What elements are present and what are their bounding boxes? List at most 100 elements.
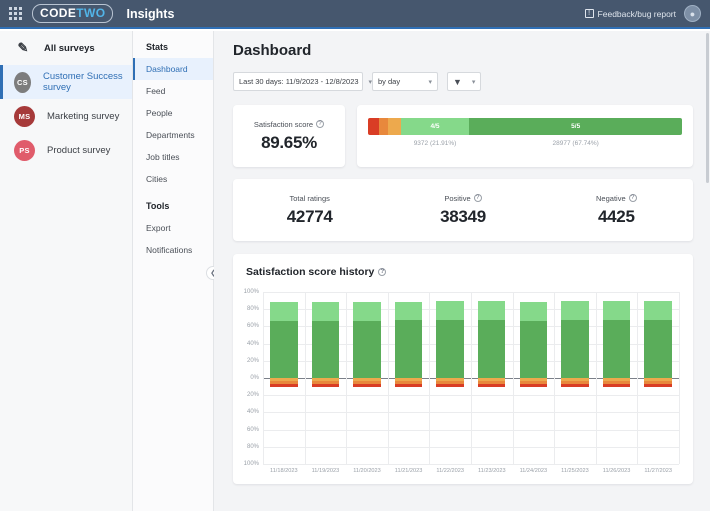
x-tick-label: 11/18/2023	[263, 468, 305, 474]
feedback-link[interactable]: ! Feedback/bug report	[585, 9, 676, 19]
distribution-segment-1-5[interactable]	[368, 118, 379, 135]
brand-first: CODE	[40, 6, 76, 20]
bar-segment-5-5	[312, 321, 339, 378]
bar-segment-1-5	[561, 384, 588, 387]
x-tick-label: 11/19/2023	[305, 468, 347, 474]
sidebar-item-label: Marketing survey	[47, 111, 119, 122]
bar-segment-4-5	[270, 302, 297, 321]
scrollbar-thumb[interactable]	[706, 33, 709, 183]
funnel-icon: ▼	[453, 77, 462, 87]
bar-segment-5-5	[353, 321, 380, 378]
chart-bar-group[interactable]	[554, 292, 596, 464]
y-tick-label: 40%	[247, 341, 259, 347]
date-range-select[interactable]: Last 30 days: 11/9/2023 - 12/8/2023 ▾	[233, 72, 363, 91]
distribution-legend-label: 28977 (67.74%)	[553, 140, 599, 147]
nav-item-departments[interactable]: Departments	[133, 124, 213, 146]
chart-bar-group[interactable]	[305, 292, 347, 464]
bar-segment-1-5	[644, 384, 671, 387]
chart-bar-group[interactable]	[388, 292, 430, 464]
bar-segment-1-5	[436, 384, 463, 387]
y-tick-label: 100%	[244, 461, 259, 467]
chart-title: Satisfaction score history ?	[233, 266, 693, 278]
total-ratings-label: Total ratings	[289, 194, 329, 203]
sidebar-item-marketing-survey[interactable]: MS Marketing survey	[0, 99, 132, 133]
distribution-segment-4-5[interactable]: 4/5	[401, 118, 470, 135]
bar-segment-4-5	[644, 301, 671, 320]
chart-bar-group[interactable]	[346, 292, 388, 464]
chart-bar-group[interactable]	[596, 292, 638, 464]
gridline-vertical	[679, 292, 680, 464]
bar-segment-1-5	[395, 384, 422, 387]
date-range-value: Last 30 days: 11/9/2023 - 12/8/2023	[239, 77, 359, 86]
bar-segment-5-5	[520, 321, 547, 378]
bar-segment-1-5	[312, 384, 339, 387]
nav-item-notifications[interactable]: Notifications	[133, 239, 213, 261]
feedback-label: Feedback/bug report	[598, 9, 676, 19]
sidebar-item-product-survey[interactable]: PS Product survey	[0, 133, 132, 167]
bar-segment-4-5	[312, 302, 339, 321]
nav-item-export[interactable]: Export	[133, 217, 213, 239]
bar-segment-5-5	[270, 321, 297, 378]
y-tick-label: 40%	[247, 409, 259, 415]
avatar: PS	[14, 140, 35, 161]
distribution-segment-3-5[interactable]	[388, 118, 401, 135]
question-icon[interactable]: ?	[316, 120, 324, 128]
nav-item-feed[interactable]: Feed	[133, 80, 213, 102]
satisfaction-score-label: Satisfaction score ?	[254, 120, 324, 129]
app-launcher-button[interactable]	[0, 7, 30, 20]
y-tick-label: 20%	[247, 392, 259, 398]
totals-card: Total ratings 42774 Positive ? 38349 Neg…	[233, 179, 693, 241]
nav-item-cities[interactable]: Cities	[133, 168, 213, 190]
nav-section-tools-title: Tools	[133, 190, 213, 217]
negative-cell: Negative ? 4425	[540, 194, 693, 227]
survey-rail: ✎ All surveys CS Customer Success survey…	[0, 31, 133, 511]
brand-second: TWO	[76, 6, 105, 20]
nav-item-job-titles[interactable]: Job titles	[133, 146, 213, 168]
bar-segment-5-5	[603, 320, 630, 378]
distribution-segment-5-5[interactable]: 5/5	[469, 118, 682, 135]
stats-nav: Stats Dashboard Feed People Departments …	[133, 31, 214, 511]
chart-bar-group[interactable]	[513, 292, 555, 464]
main-scrollbar[interactable]	[705, 31, 710, 511]
chart-bar-group[interactable]	[637, 292, 679, 464]
chart-bar-group[interactable]	[429, 292, 471, 464]
summary-row: Satisfaction score ? 89.65% 4/55/5 9372 …	[214, 91, 710, 167]
top-bar: CODETWO Insights ! Feedback/bug report ●	[0, 0, 710, 29]
positive-label: Positive ?	[444, 194, 481, 203]
sidebar-item-label: All surveys	[44, 43, 95, 54]
y-tick-label: 60%	[247, 427, 259, 433]
alert-icon: !	[585, 9, 594, 18]
metric-label-text: Satisfaction score	[254, 120, 313, 129]
chart-bar-group[interactable]	[263, 292, 305, 464]
question-icon[interactable]: ?	[629, 194, 637, 202]
x-tick-label: 11/23/2023	[471, 468, 513, 474]
distribution-legend-label: 9372 (21.91%)	[414, 140, 457, 147]
avatar: MS	[14, 106, 35, 127]
sidebar-item-label: Customer Success survey	[43, 71, 132, 93]
distribution-segment-2-5[interactable]	[379, 118, 388, 135]
y-tick-label: 80%	[247, 444, 259, 450]
question-icon[interactable]: ?	[378, 268, 386, 276]
bar-segment-5-5	[478, 320, 505, 378]
granularity-select[interactable]: by day ▾	[372, 72, 438, 91]
chart-bar-group[interactable]	[471, 292, 513, 464]
brand-logo[interactable]: CODETWO	[32, 4, 113, 23]
question-icon[interactable]: ?	[474, 194, 482, 202]
positive-value: 38349	[440, 207, 486, 227]
app-title: Insights	[126, 7, 174, 21]
x-tick-label: 11/25/2023	[554, 468, 596, 474]
nav-item-people[interactable]: People	[133, 102, 213, 124]
positive-cell: Positive ? 38349	[386, 194, 539, 227]
chevron-down-icon: ▾	[428, 78, 432, 86]
nav-item-dashboard[interactable]: Dashboard	[133, 58, 213, 80]
filter-select[interactable]: ▼ ▾	[447, 72, 481, 91]
chart-title-text: Satisfaction score history	[246, 266, 374, 278]
chart-bars	[263, 292, 679, 464]
sidebar-item-customer-success-survey[interactable]: CS Customer Success survey	[0, 65, 132, 99]
y-axis-labels: 100%80%60%40%20%0%20%40%60%80%100%	[233, 292, 261, 464]
total-ratings-value: 42774	[287, 207, 333, 227]
bar-segment-4-5	[395, 302, 422, 320]
user-avatar[interactable]: ●	[684, 5, 701, 22]
bar-segment-1-5	[478, 384, 505, 387]
sidebar-item-all-surveys[interactable]: ✎ All surveys	[0, 31, 132, 65]
